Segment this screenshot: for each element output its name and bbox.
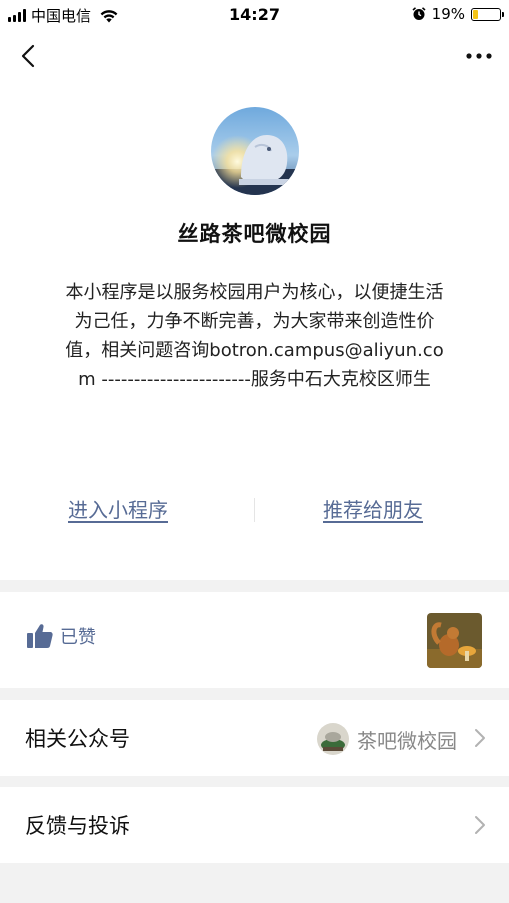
action-divider: [254, 498, 255, 522]
status-right: 19%: [412, 5, 504, 23]
official-account-name: 茶吧微校园: [357, 728, 457, 753]
like-label: 已赞: [60, 627, 96, 648]
feedback-row[interactable]: 反馈与投诉: [0, 787, 509, 863]
liker-avatar[interactable]: [427, 613, 482, 668]
battery-fill: [473, 9, 478, 19]
battery-icon: [471, 7, 504, 21]
thumbs-up-icon: [27, 624, 53, 648]
battery-percent: 19%: [431, 5, 465, 23]
like-card: 已赞: [0, 592, 509, 688]
chevron-left-icon[interactable]: [14, 40, 46, 72]
profile-card: 丝路茶吧微校园 本小程序是以服务校园用户为核心，以便捷生活为己任，力争不断完善，…: [0, 82, 509, 580]
app-description: 本小程序是以服务校园用户为核心，以便捷生活为己任，力争不断完善，为大家带来创造性…: [65, 282, 444, 390]
alarm-icon: [412, 7, 426, 20]
chevron-right-icon: [475, 729, 485, 747]
recommend-to-friend-link[interactable]: 推荐给朋友: [323, 494, 423, 523]
nav-bar: [0, 30, 509, 82]
app-avatar: [211, 107, 299, 195]
feedback-label: 反馈与投诉: [25, 814, 130, 838]
related-official-value: 茶吧微校园: [317, 723, 457, 755]
action-row: 进入小程序 推荐给朋友: [0, 494, 509, 530]
enter-miniprogram-link[interactable]: 进入小程序: [68, 494, 168, 523]
chevron-right-icon: [475, 816, 485, 834]
app-name: 丝路茶吧微校园: [177, 222, 332, 246]
status-bar: 中国电信 14:27 19%: [0, 0, 509, 30]
related-official-account-row[interactable]: 相关公众号 茶吧微校园: [0, 700, 509, 776]
related-official-label: 相关公众号: [25, 727, 130, 751]
like-button[interactable]: 已赞: [26, 622, 96, 650]
more-dots-icon[interactable]: [459, 40, 499, 72]
official-account-avatar: [317, 723, 349, 755]
